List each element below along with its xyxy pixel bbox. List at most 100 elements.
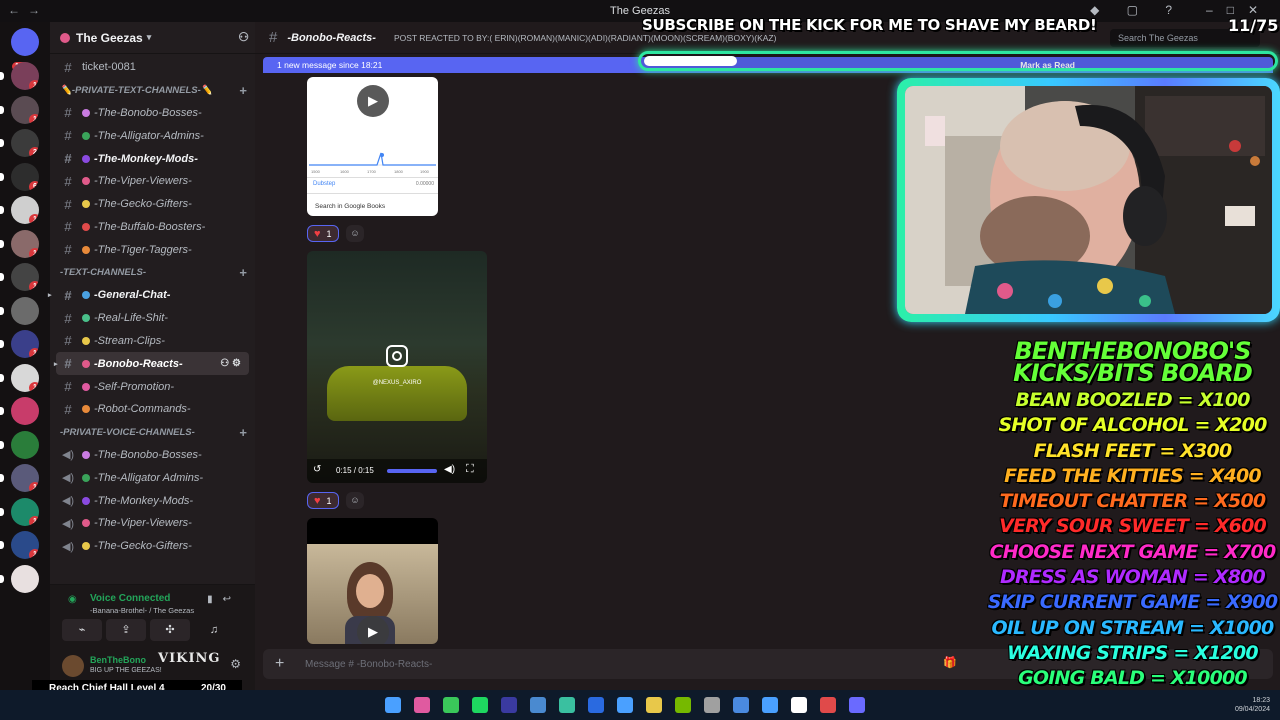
server-icon[interactable] bbox=[11, 430, 39, 459]
taskbar-app-icon[interactable] bbox=[704, 697, 720, 713]
google-books-embed[interactable]: ▶ 1500 1600 1700 1800 1900 Dubstep 0.000… bbox=[307, 77, 438, 216]
text-channel[interactable]: ▸ # -General-Chat- bbox=[48, 284, 255, 307]
heart-reaction[interactable]: ♥ 1 bbox=[307, 225, 339, 242]
server-icon[interactable]: 1 bbox=[11, 531, 39, 559]
taskbar-app-icon[interactable] bbox=[820, 697, 836, 713]
add-attachment-icon[interactable]: + bbox=[275, 655, 284, 673]
text-channel[interactable]: ▸ # -Bonobo-Reacts- ⚇ ⚙ bbox=[54, 352, 249, 376]
text-channel[interactable]: # -Self-Promotion- bbox=[50, 375, 255, 398]
text-channel[interactable]: # -Stream-Clips- bbox=[50, 330, 255, 353]
channel-category[interactable]: ✏️-PRIVATE-TEXT-CHANNELS-✏️ + bbox=[50, 79, 255, 102]
text-channel[interactable]: # -The-Gecko-Gifters- bbox=[50, 193, 255, 216]
replay-icon[interactable]: ↺ bbox=[313, 464, 321, 475]
server-icon[interactable]: 1 bbox=[11, 196, 39, 224]
taskbar-app-icon[interactable] bbox=[675, 697, 691, 713]
add-reaction-icon[interactable]: ☺ bbox=[346, 225, 364, 242]
text-channel[interactable]: # -The-Bonobo-Bosses- bbox=[50, 102, 255, 125]
text-channel[interactable]: # ticket-0081 bbox=[50, 56, 255, 79]
server-icon[interactable] bbox=[11, 397, 39, 425]
create-channel-icon[interactable]: + bbox=[239, 425, 247, 440]
unread-badge: 1 bbox=[29, 247, 39, 258]
voice-channel[interactable]: ◀) -The-Bonobo-Bosses- bbox=[50, 444, 255, 467]
channel-settings-icon[interactable]: ⚇ ⚙ bbox=[220, 358, 241, 369]
add-reaction-icon[interactable]: ☺ bbox=[346, 492, 364, 509]
taskbar-app-icon[interactable] bbox=[646, 697, 662, 713]
play-icon[interactable]: ▶ bbox=[357, 85, 389, 117]
channel-category[interactable]: -TEXT-CHANNELS- + bbox=[50, 261, 255, 284]
heart-reaction[interactable]: ♥ 1 bbox=[307, 492, 339, 509]
server-icon[interactable]: 1 bbox=[11, 464, 39, 492]
fullscreen-icon[interactable]: ⛶ bbox=[466, 463, 474, 476]
voice-controls[interactable]: ▮↩ bbox=[207, 594, 241, 605]
server-icon[interactable]: 2 bbox=[11, 129, 39, 157]
channel-label: -Robot-Commands- bbox=[94, 403, 191, 416]
taskbar-app-icon[interactable] bbox=[617, 697, 633, 713]
text-channel[interactable]: # -The-Alligator-Admins- bbox=[50, 124, 255, 147]
gift-icon[interactable]: 🎁 bbox=[943, 656, 957, 669]
create-channel-icon[interactable]: + bbox=[239, 265, 247, 280]
text-channel[interactable]: # -Real-Life-Shit- bbox=[50, 307, 255, 330]
taskbar-app-icon[interactable] bbox=[443, 697, 459, 713]
server-icon[interactable]: 1 bbox=[11, 263, 39, 291]
taskbar-app-icon[interactable] bbox=[733, 697, 749, 713]
window-controls[interactable]: –□✕ bbox=[1206, 3, 1272, 17]
voice-channel-link[interactable]: -Banana-Brothel- / The Geezas bbox=[90, 606, 194, 615]
signal-icon: ◉ bbox=[68, 594, 77, 605]
taskbar-app-icon[interactable] bbox=[559, 697, 575, 713]
text-channel[interactable]: # -The-Monkey-Mods- bbox=[50, 147, 255, 170]
video-handle: @NEXUS_AXIRO bbox=[372, 380, 422, 386]
message-input[interactable] bbox=[305, 656, 905, 672]
text-channel[interactable]: # -The-Tiger-Taggers- bbox=[50, 238, 255, 261]
video-embed-2[interactable]: ▶ bbox=[307, 518, 438, 644]
taskbar-app-icon[interactable] bbox=[791, 697, 807, 713]
guild-header[interactable]: The Geezas ▾ ⚇ bbox=[50, 22, 255, 54]
noise-suppression-button[interactable]: ⌁ bbox=[62, 619, 102, 641]
text-channel[interactable]: # -The-Buffalo-Boosters- bbox=[50, 216, 255, 239]
server-icon[interactable]: 1 bbox=[11, 229, 39, 258]
taskbar-app-icon[interactable] bbox=[849, 697, 865, 713]
voice-channel[interactable]: ◀) -The-Alligator Admins- bbox=[50, 466, 255, 489]
avatar[interactable] bbox=[62, 655, 84, 677]
toolbar-icons[interactable]: ◆ ▢ ? bbox=[1090, 3, 1184, 17]
server-icon[interactable]: 1 bbox=[11, 497, 39, 526]
channel-category[interactable]: -PRIVATE-VOICE-CHANNELS- + bbox=[50, 421, 255, 444]
activity-button[interactable]: ✣ bbox=[150, 619, 190, 641]
play-icon[interactable]: ▶ bbox=[357, 616, 389, 644]
server-icon[interactable]: 1 bbox=[11, 95, 39, 124]
voice-channel[interactable]: ◀) -The-Viper-Viewers- bbox=[50, 512, 255, 535]
screen-share-button[interactable]: ⇪ bbox=[106, 619, 146, 641]
server-icon[interactable] bbox=[11, 564, 39, 593]
google-books-link[interactable]: Search in Google Books bbox=[315, 203, 385, 210]
tick-label: 1500 bbox=[311, 169, 321, 174]
channel-topic[interactable]: POST REACTED TO BY:( ERIN)(ROMAN)(MANIC)… bbox=[394, 33, 777, 43]
unread-pip bbox=[0, 574, 4, 583]
video-progress[interactable] bbox=[387, 469, 437, 473]
server-icon[interactable]: 1 bbox=[11, 62, 39, 90]
home-icon[interactable] bbox=[11, 28, 39, 56]
text-channel[interactable]: # -Robot-Commands- bbox=[50, 398, 255, 421]
taskbar-app-icon[interactable] bbox=[385, 697, 401, 713]
text-channel[interactable]: # -The-Viper-Viewers- bbox=[50, 170, 255, 193]
server-icon[interactable]: 1 bbox=[11, 363, 39, 392]
soundboard-button[interactable]: ♫ bbox=[194, 619, 234, 641]
taskbar-app-icon[interactable] bbox=[762, 697, 778, 713]
voice-channel[interactable]: ◀) -The-Monkey-Mods- bbox=[50, 489, 255, 512]
taskbar-app-icon[interactable] bbox=[588, 697, 604, 713]
server-icon[interactable]: 6 bbox=[11, 162, 39, 191]
taskbar-app-icon[interactable] bbox=[414, 697, 430, 713]
volume-icon[interactable]: ◀) bbox=[444, 464, 455, 475]
taskbar-app-icon[interactable] bbox=[472, 697, 488, 713]
video-time: 0:15 / 0:15 bbox=[336, 466, 374, 475]
board-item: FLASH FEET = X300 bbox=[1033, 439, 1233, 462]
video-embed[interactable]: @NEXUS_AXIRO ↺ 0:15 / 0:15 ◀) ⛶ bbox=[307, 251, 487, 483]
settings-gear-icon[interactable]: ⚙ bbox=[230, 657, 241, 671]
create-channel-icon[interactable]: + bbox=[239, 83, 247, 98]
invite-people-icon[interactable]: ⚇ bbox=[238, 30, 249, 44]
thread-arrow-icon: ▸ bbox=[48, 292, 52, 300]
voice-channel[interactable]: ◀) -The-Gecko-Gifters- bbox=[50, 535, 255, 558]
unread-pip bbox=[0, 105, 4, 114]
server-icon[interactable] bbox=[11, 296, 39, 325]
taskbar-app-icon[interactable] bbox=[530, 697, 546, 713]
server-icon[interactable]: 1 bbox=[11, 330, 39, 358]
taskbar-app-icon[interactable] bbox=[501, 697, 517, 713]
